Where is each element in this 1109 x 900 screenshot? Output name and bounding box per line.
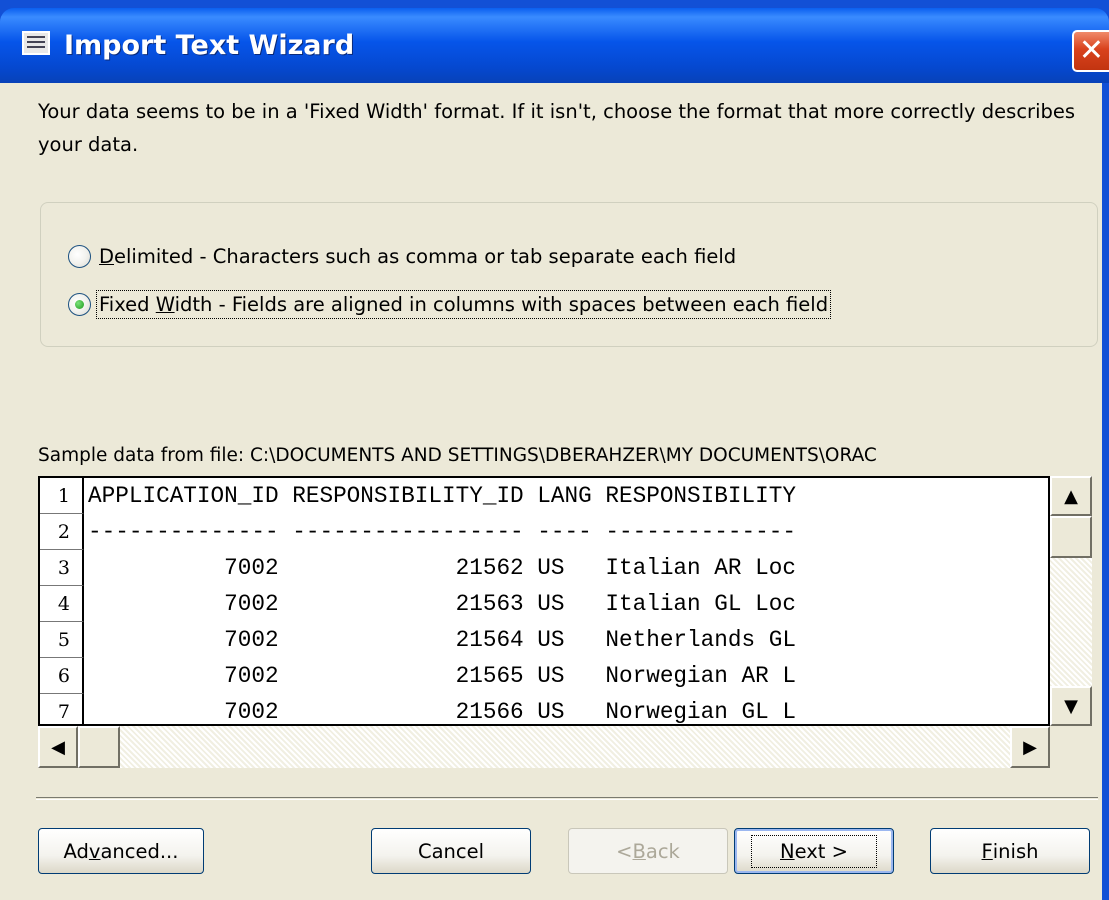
scroll-right-arrow-icon[interactable]: ▶ — [1010, 726, 1050, 768]
fixed-width-label[interactable]: Fixed Width - Fields are aligned in colu… — [95, 289, 832, 319]
row-data: 7002 21563 US Italian GL Loc — [88, 591, 796, 617]
dialog-client-area: Your data seems to be in a 'Fixed Width'… — [0, 83, 1102, 900]
wizard-app-icon — [22, 31, 50, 55]
button-separator — [36, 797, 1098, 800]
sample-data-label: Sample data from file: C:\DOCUMENTS AND … — [38, 445, 877, 466]
row-number: 3 — [40, 550, 84, 586]
row-number: 5 — [40, 622, 84, 658]
horizontal-scrollbar[interactable]: ◀ ▶ — [38, 726, 1050, 768]
finish-button[interactable]: Finish — [930, 828, 1090, 874]
back-button[interactable]: < Back — [568, 828, 728, 874]
advanced-button[interactable]: Ad v anced... — [38, 828, 204, 874]
next-button-label: Next > — [751, 834, 877, 868]
vertical-scroll-thumb[interactable] — [1050, 516, 1092, 558]
table-row: 6 7002 21565 US Norwegian AR L — [40, 658, 1048, 694]
sample-data-grid[interactable]: 1 APPLICATION_ID RESPONSIBILITY_ID LANG … — [38, 476, 1050, 726]
scroll-left-arrow-icon[interactable]: ◀ — [38, 726, 78, 768]
cancel-button[interactable]: Cancel — [371, 828, 531, 874]
fixed-width-radio[interactable] — [68, 292, 91, 316]
scroll-down-arrow-icon[interactable]: ▼ — [1050, 686, 1092, 726]
row-data: 7002 21566 US Norwegian GL L — [88, 699, 796, 725]
row-number: 6 — [40, 658, 84, 694]
close-button[interactable]: ✕ — [1072, 30, 1109, 72]
row-data: 7002 21564 US Netherlands GL — [88, 627, 796, 653]
row-number: 4 — [40, 586, 84, 622]
table-row: 3 7002 21562 US Italian AR Loc — [40, 550, 1048, 586]
row-data: -------------- ----------------- ---- --… — [88, 519, 796, 545]
horizontal-scroll-thumb[interactable] — [78, 726, 120, 768]
format-description: Your data seems to be in a 'Fixed Width'… — [38, 100, 1076, 156]
delimited-radio[interactable] — [68, 244, 91, 268]
vertical-scrollbar[interactable]: ▲ ▼ — [1050, 476, 1092, 726]
row-data: 7002 21565 US Norwegian AR L — [88, 663, 796, 689]
scroll-up-arrow-icon[interactable]: ▲ — [1050, 476, 1092, 516]
row-number: 1 — [40, 478, 84, 514]
delimited-label[interactable]: Delimited - Characters such as comma or … — [97, 243, 738, 270]
row-number: 2 — [40, 514, 84, 550]
table-row: 4 7002 21563 US Italian GL Loc — [40, 586, 1048, 622]
row-data: APPLICATION_ID RESPONSIBILITY_ID LANG RE… — [88, 483, 796, 509]
table-row: 5 7002 21564 US Netherlands GL — [40, 622, 1048, 658]
format-options-group: Delimited - Characters such as comma or … — [40, 202, 1098, 347]
next-button[interactable]: Next > — [734, 828, 894, 874]
table-row: 1 APPLICATION_ID RESPONSIBILITY_ID LANG … — [40, 478, 1048, 514]
table-row: 7 7002 21566 US Norwegian GL L — [40, 694, 1048, 725]
import-text-wizard-window: Import Text Wizard ✕ Your data seems to … — [0, 0, 1109, 900]
row-number: 7 — [40, 694, 84, 724]
delimited-option[interactable]: Delimited - Characters such as comma or … — [68, 240, 738, 272]
fixed-width-option[interactable]: Fixed Width - Fields are aligned in colu… — [68, 288, 832, 320]
row-data: 7002 21562 US Italian AR Loc — [88, 555, 796, 581]
window-title: Import Text Wizard — [64, 30, 355, 61]
title-bar[interactable]: Import Text Wizard ✕ — [0, 8, 1109, 83]
table-row: 2 -------------- ----------------- ---- … — [40, 514, 1048, 550]
